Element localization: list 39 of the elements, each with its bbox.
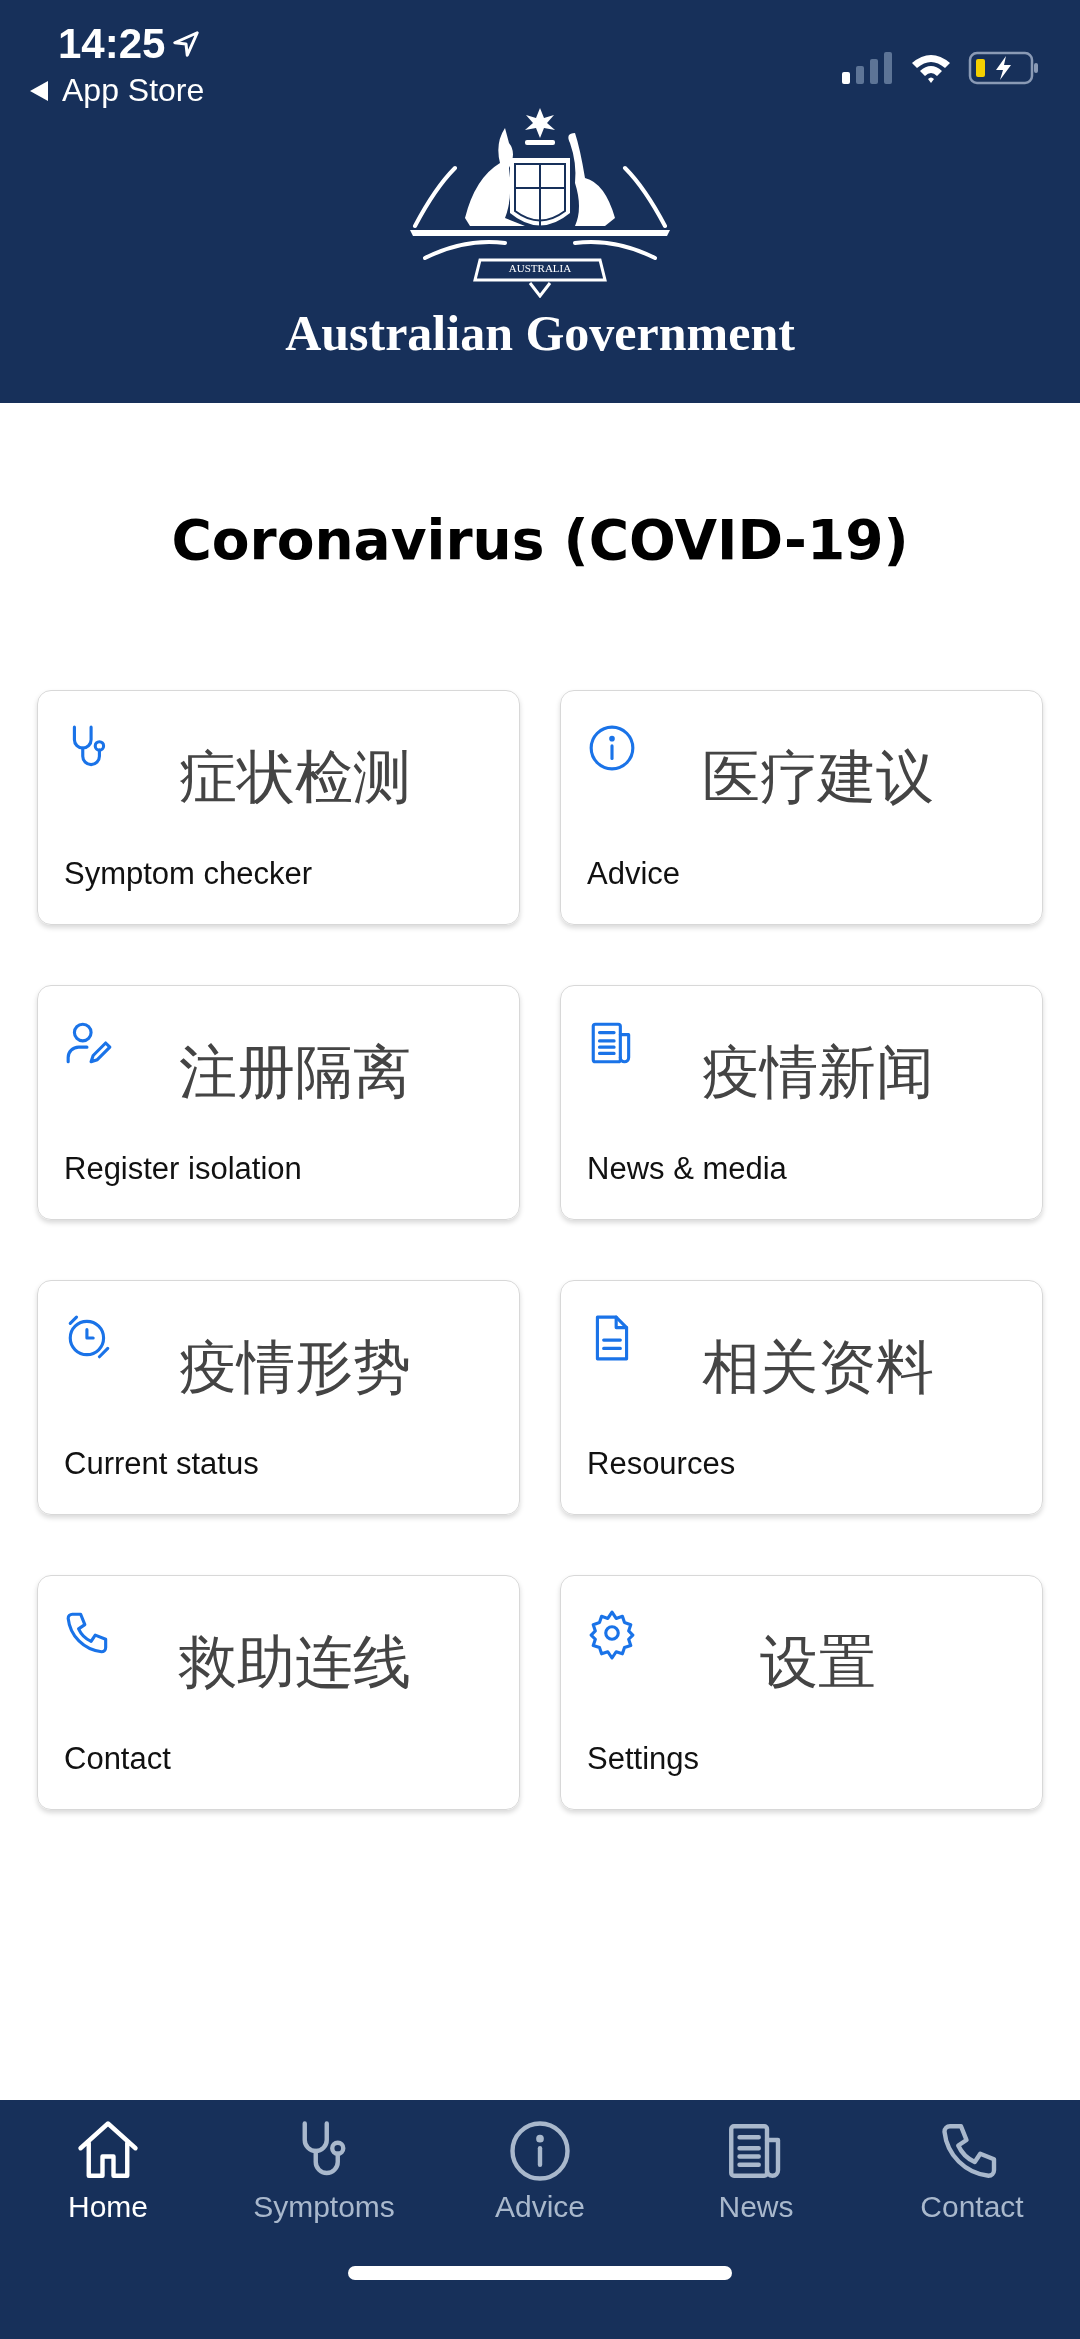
emblem-motto: AUSTRALIA <box>507 262 573 274</box>
card-title-chinese: 症状检测 <box>177 742 412 813</box>
card-title-chinese: 疫情形势 <box>177 1332 412 1403</box>
menu-card[interactable]: 症状检测 Symptom checker <box>37 690 520 925</box>
status-time: 14:25 <box>58 20 166 68</box>
card-title-chinese: 设置 <box>758 1627 877 1698</box>
location-arrow-icon <box>171 29 202 59</box>
back-link[interactable]: App Store <box>62 72 205 109</box>
card-label: Settings <box>587 1741 700 1777</box>
card-label: Current status <box>64 1446 260 1482</box>
card-label: Advice <box>587 856 682 892</box>
card-title-chinese: 注册隔离 <box>177 1037 412 1108</box>
tab-item[interactable]: Contact <box>864 2118 1080 2224</box>
card-title-chinese: 医疗建议 <box>700 742 935 813</box>
menu-card[interactable]: 相关资料 Resources <box>560 1280 1043 1515</box>
menu-card[interactable]: 注册隔离 Register isolation <box>37 985 520 1220</box>
battery-icon <box>968 51 1040 85</box>
menu-card[interactable]: 疫情新闻 News & media <box>560 985 1043 1220</box>
tab-item[interactable]: Advice <box>432 2118 648 2224</box>
menu-card[interactable]: 疫情形势 Current status <box>37 1280 520 1515</box>
tab-item[interactable]: News <box>648 2118 864 2224</box>
card-title-chinese: 相关资料 <box>700 1332 935 1403</box>
menu-card[interactable]: 救助连线 Contact <box>37 1575 520 1810</box>
government-title: Australian Government <box>285 304 795 362</box>
menu-card[interactable]: 医疗建议 Advice <box>560 690 1043 925</box>
card-title-chinese: 疫情新闻 <box>700 1037 935 1108</box>
tab-item[interactable]: Symptoms <box>216 2118 432 2224</box>
card-label: Resources <box>587 1446 737 1482</box>
card-label: News & media <box>587 1151 788 1187</box>
card-label: Contact <box>64 1741 172 1777</box>
card-label: Symptom checker <box>64 856 314 892</box>
page-title: Coronavirus (COVID-19) <box>171 508 909 572</box>
menu-card[interactable]: 设置 Settings <box>560 1575 1043 1810</box>
card-title-chinese: 救助连线 <box>177 1627 412 1698</box>
signal-icon <box>842 52 894 84</box>
back-triangle-icon[interactable] <box>28 78 50 103</box>
card-label: Register isolation <box>64 1151 303 1187</box>
tab-item[interactable]: Home <box>0 2118 216 2224</box>
wifi-icon <box>910 52 952 84</box>
